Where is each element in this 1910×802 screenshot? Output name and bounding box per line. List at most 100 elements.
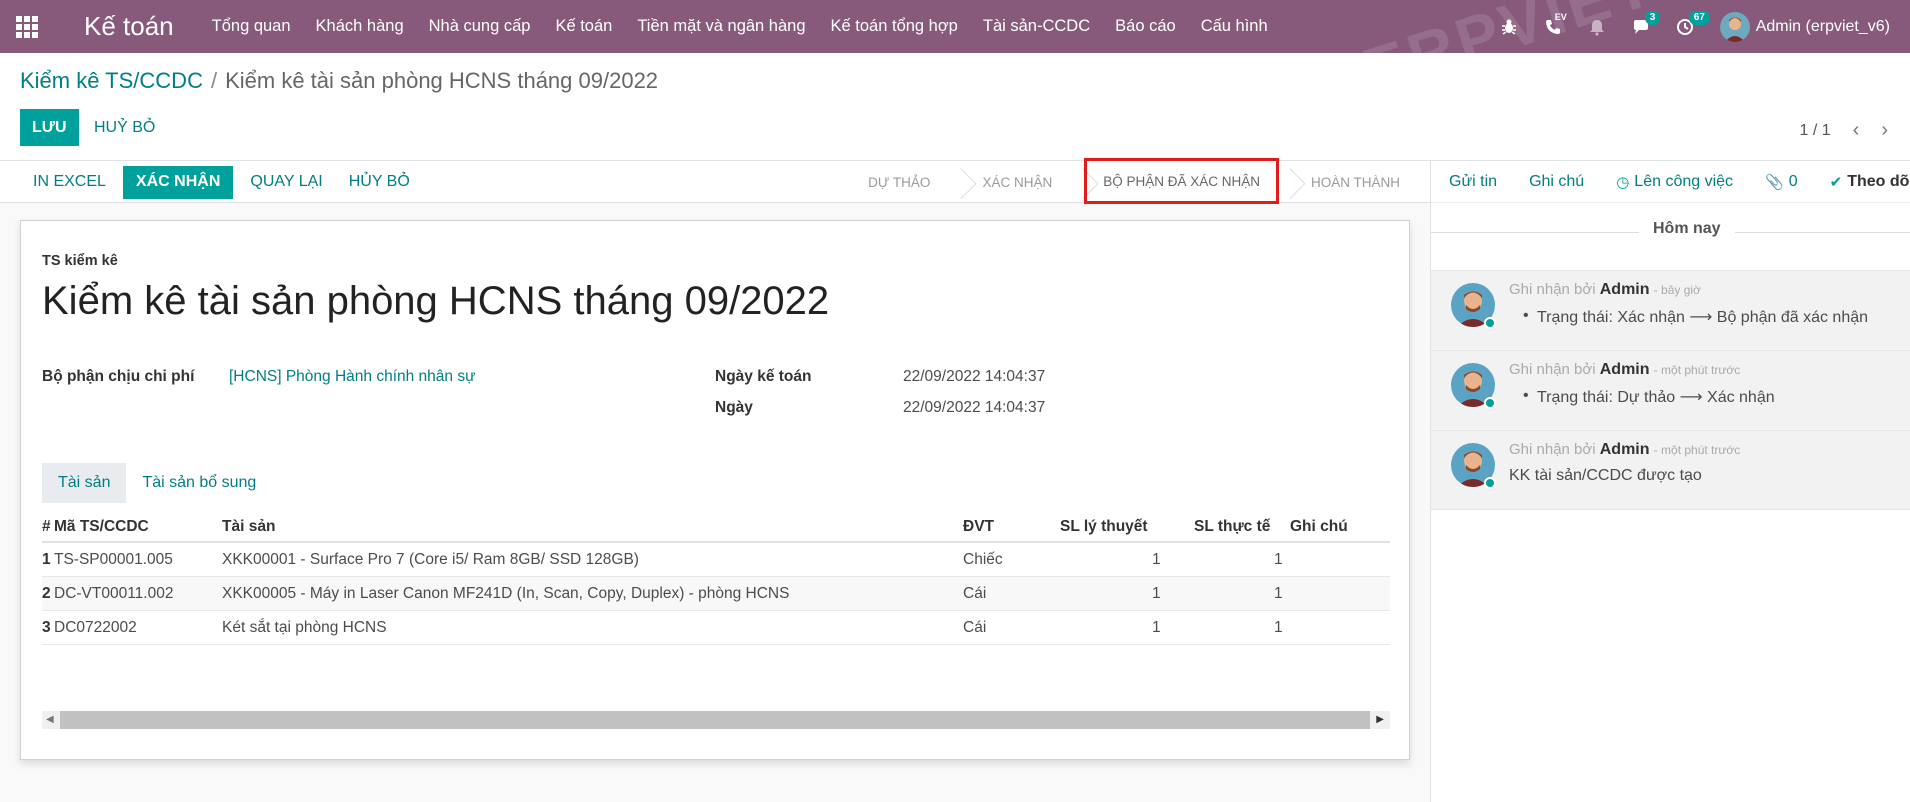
- cost-dept-value[interactable]: [HCNS] Phòng Hành chính nhân sự: [229, 368, 475, 386]
- chevron-left-icon[interactable]: ‹: [1853, 119, 1860, 142]
- check-icon: ✔: [1829, 173, 1843, 191]
- send-message-button[interactable]: Gửi tin: [1449, 173, 1497, 191]
- breadcrumb-parent[interactable]: Kiểm kê TS/CCDC: [20, 68, 203, 93]
- messages-badge: 3: [1644, 10, 1661, 25]
- schedule-activity-label: Lên công việc: [1634, 172, 1734, 190]
- col-unit[interactable]: ĐVT: [963, 518, 994, 536]
- row-code: DC-VT00011.002: [54, 585, 174, 602]
- table-body: 1 TS-SP00001.005 XKK00001 - Surface Pro …: [42, 543, 1390, 645]
- col-qty-actual[interactable]: SL thực tế: [1194, 518, 1270, 536]
- confirm-button[interactable]: XÁC NHẬN: [122, 165, 234, 199]
- row-asset: Két sắt tại phòng HCNS: [222, 619, 387, 636]
- phone-superscript: EV: [1554, 11, 1567, 22]
- cancel-button[interactable]: HỦY BỎ: [336, 166, 423, 199]
- row-unit: Chiếc: [963, 551, 1003, 568]
- row-number: 1: [42, 551, 51, 568]
- row-number: 3: [42, 619, 51, 636]
- date-separator: Hôm nay: [1431, 220, 1910, 270]
- user-avatar: [1719, 11, 1750, 42]
- main-menu: Tổng quan Khách hàng Nhà cung cấp Kế toá…: [212, 17, 1293, 36]
- form-statusbar: IN EXCEL XÁC NHẬN QUAY LẠI HỦY BỎ DỰ THẢ…: [0, 158, 1430, 204]
- message-header: Ghi nhận bởi Admin - một phút trước: [1509, 361, 1740, 379]
- accounting-date-value[interactable]: 22/09/2022 14:04:37: [903, 368, 1045, 386]
- message-body: Trạng thái: Dự thảo ⟶ Xác nhận: [1523, 387, 1775, 407]
- menu-item-reports[interactable]: Báo cáo: [1115, 17, 1176, 36]
- menu-item-assets[interactable]: Tài sản-CCDC: [983, 17, 1090, 36]
- bug-icon[interactable]: [1500, 18, 1518, 36]
- phone-icon[interactable]: EV: [1544, 12, 1567, 36]
- row-asset: XKK00005 - Máy in Laser Canon MF241D (In…: [222, 585, 790, 602]
- stage-done[interactable]: HOÀN THÀNH: [1291, 161, 1420, 203]
- menu-item-overview[interactable]: Tổng quan: [212, 17, 291, 36]
- tab-additional-assets[interactable]: Tài sản bổ sung: [126, 463, 272, 503]
- col-qty-theory[interactable]: SL lý thuyết: [1060, 518, 1148, 536]
- message-author[interactable]: Admin: [1600, 281, 1650, 298]
- breadcrumb-current: Kiểm kê tài sản phòng HCNS tháng 09/2022: [225, 68, 659, 93]
- message-author[interactable]: Admin: [1600, 361, 1650, 378]
- chevron-right-icon[interactable]: ›: [1881, 119, 1888, 142]
- message-header: Ghi nhận bởi Admin - bây giờ: [1509, 281, 1701, 299]
- scroll-right-arrow-icon[interactable]: ▶: [1376, 714, 1384, 725]
- form-sheet: TS kiểm kê Kiểm kê tài sản phòng HCNS th…: [20, 220, 1410, 760]
- schedule-activity-button[interactable]: ◷ Lên công việc: [1616, 173, 1733, 191]
- apps-menu-icon[interactable]: [0, 0, 54, 53]
- top-navbar: ERPVIET Kế toán Tổng quan Khách hàng Nhà…: [0, 0, 1910, 53]
- horizontal-scrollbar[interactable]: ◀ ▶: [42, 711, 1390, 729]
- assets-table: # Mã TS/CCDC Tài sản ĐVT SL lý thuyết SL…: [42, 511, 1390, 645]
- bell-icon[interactable]: [1588, 18, 1606, 36]
- row-code: TS-SP00001.005: [54, 551, 173, 568]
- notebook-tabs: Tài sản Tài sản bổ sung: [42, 463, 272, 503]
- tab-assets[interactable]: Tài sản: [42, 463, 127, 503]
- stage-divider: [1279, 161, 1291, 203]
- col-code[interactable]: Mã TS/CCDC: [54, 518, 149, 536]
- breadcrumb-separator: /: [210, 68, 218, 93]
- table-row[interactable]: 3 DC0722002 Két sắt tại phòng HCNS Cái 1…: [42, 611, 1390, 645]
- chatter-panel: Gửi tin Ghi chú ◷ Lên công việc 📎 0 ✔ Th…: [1430, 161, 1910, 802]
- table-row[interactable]: 1 TS-SP00001.005 XKK00001 - Surface Pro …: [42, 543, 1390, 577]
- save-button[interactable]: LƯU: [20, 109, 79, 146]
- stage-divider: [1072, 161, 1084, 203]
- menu-item-customers[interactable]: Khách hàng: [316, 17, 404, 36]
- message-author[interactable]: Admin: [1600, 441, 1650, 458]
- record-type-label: TS kiểm kê: [42, 253, 118, 269]
- back-button[interactable]: QUAY LẠI: [237, 166, 335, 199]
- message-prefix: Ghi nhận bởi: [1509, 281, 1596, 298]
- print-excel-button[interactable]: IN EXCEL: [20, 166, 119, 199]
- pager-value[interactable]: 1 / 1: [1800, 122, 1831, 140]
- date-separator-label: Hôm nay: [1639, 220, 1735, 238]
- record-title[interactable]: Kiểm kê tài sản phòng HCNS tháng 09/2022: [42, 279, 829, 324]
- accounting-date-label: Ngày kế toán: [715, 368, 812, 385]
- chatter-topbar: Gửi tin Ghi chú ◷ Lên công việc 📎 0 ✔ Th…: [1431, 161, 1910, 203]
- attachments-button[interactable]: 📎 0: [1765, 173, 1798, 191]
- stage-draft[interactable]: DỰ THẢO: [848, 161, 950, 203]
- menu-item-cash-bank[interactable]: Tiền mặt và ngân hàng: [637, 17, 805, 36]
- row-qty-theory: 1: [1152, 619, 1161, 636]
- activities-badge: 67: [1688, 10, 1710, 25]
- log-note-button[interactable]: Ghi chú: [1529, 173, 1584, 191]
- activity-clock-icon[interactable]: 67: [1676, 10, 1710, 36]
- user-menu[interactable]: Admin (erpviet_v6): [1719, 11, 1890, 42]
- scrollbar-thumb[interactable]: [60, 711, 1370, 729]
- stage-dept-confirmed[interactable]: BỘ PHẬN ĐÃ XÁC NHẬN: [1084, 158, 1279, 204]
- message-prefix: Ghi nhận bởi: [1509, 361, 1596, 378]
- status-stages: DỰ THẢO XÁC NHẬN BỘ PHẬN ĐÃ XÁC NHẬN HOÀ…: [848, 158, 1420, 204]
- control-panel: Kiểm kê TS/CCDC / Kiểm kê tài sản phòng HC…: [0, 53, 1910, 161]
- col-asset[interactable]: Tài sản: [222, 518, 275, 536]
- discard-button[interactable]: HUỶ BỎ: [92, 109, 157, 146]
- menu-item-general-accounting[interactable]: Kế toán tổng hợp: [831, 17, 958, 36]
- app-brand[interactable]: Kế toán: [84, 11, 174, 42]
- stage-confirmed[interactable]: XÁC NHẬN: [962, 161, 1072, 203]
- message-time: - bây giờ: [1653, 283, 1701, 297]
- messages-icon[interactable]: 3: [1632, 10, 1661, 36]
- menu-item-configuration[interactable]: Cấu hình: [1201, 17, 1268, 36]
- menu-item-vendors[interactable]: Nhà cung cấp: [429, 17, 531, 36]
- date-value[interactable]: 22/09/2022 14:04:37: [903, 399, 1045, 417]
- follow-button[interactable]: ✔ Theo dõi: [1830, 173, 1910, 191]
- scroll-left-arrow-icon[interactable]: ◀: [46, 714, 54, 725]
- table-row[interactable]: 2 DC-VT00011.002 XKK00005 - Máy in Laser…: [42, 577, 1390, 611]
- col-note[interactable]: Ghi chú: [1290, 518, 1348, 536]
- menu-item-accounting[interactable]: Kế toán: [555, 17, 612, 36]
- row-qty-actual: 1: [1274, 551, 1283, 568]
- row-qty-actual: 1: [1274, 585, 1283, 602]
- col-number[interactable]: #: [42, 518, 51, 536]
